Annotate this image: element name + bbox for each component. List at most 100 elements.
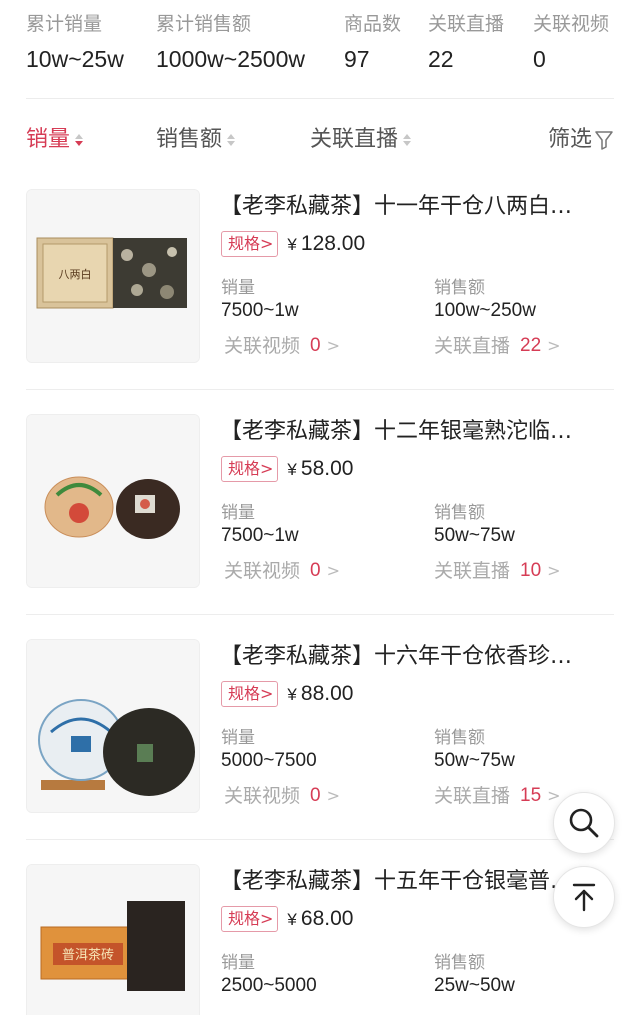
product-title[interactable]: 【老李私藏茶】十一年干仓八两白… bbox=[220, 191, 612, 223]
price-value: 88.00 bbox=[300, 682, 354, 705]
yen-symbol: ¥ bbox=[287, 460, 297, 479]
metric-label: 销量 bbox=[221, 953, 255, 973]
product-image[interactable] bbox=[26, 639, 200, 813]
product-price: ¥128.00 bbox=[287, 232, 365, 256]
product-card[interactable]: 【老李私藏茶】十六年干仓依香珍… 规格> ¥88.00 销量 5000~7500… bbox=[0, 615, 640, 840]
stat-product-count: 商品数 97 bbox=[344, 10, 401, 76]
sort-by-revenue[interactable]: 销售额 bbox=[156, 118, 236, 162]
sort-label: 销售额 bbox=[156, 127, 223, 152]
sort-by-live[interactable]: 关联直播 bbox=[310, 118, 412, 162]
link-label: 关联视频 bbox=[224, 785, 301, 807]
filter-button[interactable]: 筛选 bbox=[548, 118, 613, 162]
sort-label: 关联直播 bbox=[310, 127, 399, 152]
sort-by-sales[interactable]: 销量 bbox=[26, 118, 84, 162]
linked-live-link[interactable]: 关联直播 15 > bbox=[434, 783, 561, 809]
product-card[interactable]: 【老李私藏茶】十二年银毫熟沱临… 规格> ¥58.00 销量 7500~1w 销… bbox=[0, 390, 640, 615]
metric-label: 销量 bbox=[221, 503, 255, 523]
link-count: 10 bbox=[520, 560, 542, 581]
product-title[interactable]: 【老李私藏茶】十二年银毫熟沱临… bbox=[220, 416, 612, 448]
chevron-right-icon: > bbox=[547, 336, 561, 355]
linked-video-link[interactable]: 关联视频 0 > bbox=[224, 333, 340, 359]
linked-live-link[interactable]: 关联直播 22 > bbox=[434, 333, 561, 359]
metric-label: 销售额 bbox=[434, 953, 485, 973]
price-row: 规格> ¥88.00 bbox=[221, 681, 353, 707]
metric-value: 7500~1w bbox=[221, 525, 299, 546]
linked-video-link[interactable]: 关联视频 0 > bbox=[224, 783, 340, 809]
metric-value: 50w~75w bbox=[434, 525, 515, 546]
chevron-right-icon: > bbox=[326, 786, 340, 805]
header-divider bbox=[26, 98, 614, 99]
yen-symbol: ¥ bbox=[287, 235, 297, 254]
metric-sales: 销量 7500~1w bbox=[221, 277, 299, 323]
spec-button[interactable]: 规格> bbox=[221, 681, 279, 707]
search-button[interactable] bbox=[553, 792, 615, 854]
filter-label: 筛选 bbox=[548, 127, 593, 152]
price-value: 58.00 bbox=[300, 457, 354, 480]
yen-symbol: ¥ bbox=[287, 910, 297, 929]
metric-label: 销量 bbox=[221, 278, 255, 298]
price-value: 68.00 bbox=[300, 907, 354, 930]
link-count: 0 bbox=[310, 785, 321, 806]
chevron-right-icon: > bbox=[326, 336, 340, 355]
link-count: 22 bbox=[520, 335, 542, 356]
linked-live-link[interactable]: 关联直播 10 > bbox=[434, 558, 561, 584]
stat-value: 1000w~2500w bbox=[156, 46, 305, 72]
metric-revenue: 销售额 25w~50w bbox=[434, 952, 515, 998]
product-title[interactable]: 【老李私藏茶】十六年干仓依香珍… bbox=[220, 641, 612, 673]
tea-brick-image: 普洱茶砖 bbox=[27, 865, 199, 1015]
metric-value: 7500~1w bbox=[221, 300, 299, 321]
spec-button[interactable]: 规格> bbox=[221, 231, 279, 257]
product-card[interactable]: 八两白 【老李私藏茶】十一年干仓八两白… 规格> ¥128.00 销量 7500… bbox=[0, 165, 640, 390]
sort-arrows-icon bbox=[75, 134, 84, 146]
product-image[interactable]: 普洱茶砖 bbox=[26, 864, 200, 1015]
metric-label: 销售额 bbox=[434, 728, 485, 748]
link-label: 关联直播 bbox=[434, 785, 511, 807]
linked-video-link[interactable]: 关联视频 0 > bbox=[224, 558, 340, 584]
price-row: 规格> ¥128.00 bbox=[221, 231, 365, 257]
metric-label: 销量 bbox=[221, 728, 255, 748]
metric-label: 销售额 bbox=[434, 503, 485, 523]
link-label: 关联直播 bbox=[434, 560, 511, 582]
yen-symbol: ¥ bbox=[287, 685, 297, 704]
tea-box-image: 八两白 bbox=[27, 190, 199, 362]
product-price: ¥88.00 bbox=[287, 682, 353, 706]
price-row: 规格> ¥68.00 bbox=[221, 906, 353, 932]
search-icon bbox=[569, 808, 599, 838]
metric-sales: 销量 7500~1w bbox=[221, 502, 299, 548]
sort-label: 销量 bbox=[26, 127, 71, 152]
link-count: 15 bbox=[520, 785, 542, 806]
link-label: 关联视频 bbox=[224, 560, 301, 582]
spec-button[interactable]: 规格> bbox=[221, 906, 279, 932]
sort-bar: 销量 销售额 关联直播 筛选 bbox=[0, 118, 640, 162]
stat-label: 累计销量 bbox=[26, 13, 103, 35]
stat-label: 关联直播 bbox=[428, 13, 505, 35]
link-count: 0 bbox=[310, 335, 321, 356]
stat-label: 累计销售额 bbox=[156, 13, 252, 35]
product-image[interactable] bbox=[26, 414, 200, 588]
back-to-top-icon bbox=[572, 883, 596, 912]
back-to-top-button[interactable] bbox=[553, 866, 615, 928]
metric-value: 2500~5000 bbox=[221, 975, 317, 996]
stats-header: 累计销量 10w~25w 累计销售额 1000w~2500w 商品数 97 关联… bbox=[0, 0, 640, 98]
stat-linked-video: 关联视频 0 bbox=[533, 10, 609, 76]
stat-linked-live: 关联直播 22 bbox=[428, 10, 504, 76]
stat-value: 0 bbox=[533, 46, 546, 72]
link-label: 关联视频 bbox=[224, 335, 301, 357]
metric-revenue: 销售额 100w~250w bbox=[434, 277, 536, 323]
metric-label: 销售额 bbox=[434, 278, 485, 298]
stat-value: 97 bbox=[344, 46, 370, 72]
filter-icon bbox=[595, 131, 613, 150]
metric-sales: 销量 2500~5000 bbox=[221, 952, 317, 998]
price-value: 128.00 bbox=[300, 232, 366, 255]
price-row: 规格> ¥58.00 bbox=[221, 456, 353, 482]
metric-revenue: 销售额 50w~75w bbox=[434, 727, 515, 773]
stat-label: 商品数 bbox=[344, 13, 402, 35]
product-card[interactable]: 普洱茶砖 【老李私藏茶】十五年干仓银毫普… 规格> ¥68.00 销量 2500… bbox=[0, 840, 640, 1015]
spec-button[interactable]: 规格> bbox=[221, 456, 279, 482]
sort-arrows-icon bbox=[403, 134, 412, 146]
sort-arrows-icon bbox=[227, 134, 236, 146]
metric-value: 50w~75w bbox=[434, 750, 515, 771]
stat-value: 10w~25w bbox=[26, 46, 124, 72]
product-image[interactable]: 八两白 bbox=[26, 189, 200, 363]
stat-label: 关联视频 bbox=[533, 13, 610, 35]
